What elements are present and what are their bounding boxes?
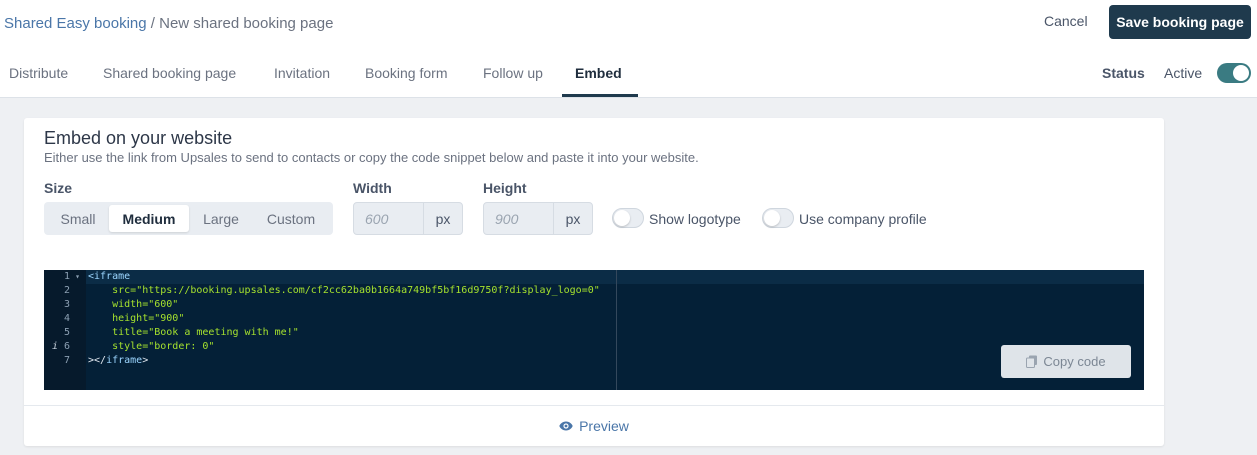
gutter-line: 2: [44, 284, 86, 298]
code-token: style=: [112, 341, 149, 352]
code-token: "600": [148, 299, 179, 310]
line-number: 5: [63, 327, 70, 338]
gutter-line: 4: [44, 312, 86, 326]
gutter-line: 7: [44, 354, 86, 368]
show-logotype-label: Show logotype: [649, 211, 741, 227]
size-option-large[interactable]: Large: [191, 205, 251, 232]
tab-shared-booking-page[interactable]: Shared booking page: [103, 65, 236, 81]
info-marker-icon: i: [52, 341, 59, 352]
preview-label: Preview: [579, 418, 629, 434]
toggle-knob: [614, 210, 630, 226]
use-company-profile-toggle[interactable]: [762, 208, 794, 228]
save-button[interactable]: Save booking page: [1109, 5, 1251, 39]
code-token: title=: [112, 327, 149, 338]
code-token: iframe: [106, 355, 143, 366]
status-toggle[interactable]: [1217, 63, 1251, 83]
height-input[interactable]: 900 px: [483, 202, 593, 235]
embed-subtitle: Either use the link from Upsales to send…: [44, 150, 699, 165]
active-label: Active: [1164, 65, 1203, 81]
gutter-line: i 6: [44, 340, 86, 354]
toggle-knob: [1233, 65, 1249, 81]
code-editor[interactable]: 1 ▾ 2 3 4 5 i 6 7 <iframe src="https://b…: [44, 270, 1144, 390]
code-token: ></: [88, 355, 107, 366]
code-line: width="600": [88, 298, 178, 312]
size-option-small[interactable]: Small: [48, 205, 108, 232]
line-number: 1: [63, 271, 70, 282]
breadcrumb-separator: /: [150, 15, 155, 32]
line-number: 4: [63, 313, 70, 324]
status-label: Status: [1102, 65, 1145, 81]
copy-code-button[interactable]: Copy code: [1001, 345, 1131, 378]
gutter-line: 3: [44, 298, 86, 312]
tab-invitation[interactable]: Invitation: [274, 65, 330, 81]
width-value[interactable]: 600: [354, 203, 424, 234]
size-option-medium[interactable]: Medium: [109, 205, 189, 232]
width-input[interactable]: 600 px: [353, 202, 463, 235]
print-margin: [616, 270, 617, 390]
line-number: 2: [63, 285, 70, 296]
code-line: title="Book a meeting with me!": [88, 326, 299, 340]
embed-title: Embed on your website: [44, 128, 233, 148]
line-number: 6: [63, 341, 70, 352]
code-token: height=: [112, 313, 155, 324]
code-gutter: 1 ▾ 2 3 4 5 i 6 7: [44, 270, 86, 390]
code-line: style="border: 0": [88, 340, 214, 354]
code-line: <iframe: [88, 270, 130, 284]
toggle-knob: [764, 210, 780, 226]
code-token: <iframe: [88, 271, 131, 282]
code-token: "border: 0": [148, 341, 215, 352]
preview-button[interactable]: Preview: [24, 405, 1164, 446]
height-unit: px: [565, 210, 581, 227]
gutter-line: 1 ▾: [44, 270, 86, 284]
copy-icon: [1026, 355, 1038, 368]
embed-card: Embed on your website Either use the lin…: [24, 118, 1164, 446]
active-line-highlight: [86, 270, 1144, 284]
line-number: 3: [63, 299, 70, 310]
eye-icon: [559, 421, 573, 431]
breadcrumb: Shared Easy booking / New shared booking…: [4, 15, 333, 32]
top-bar: Shared Easy booking / New shared booking…: [0, 0, 1257, 98]
width-unit: px: [435, 210, 451, 227]
size-selector: Small Medium Large Custom: [44, 202, 333, 235]
code-line: src="https://booking.upsales.com/cf2cc62…: [88, 284, 600, 298]
height-label: Height: [483, 180, 527, 196]
code-token: "900": [154, 313, 185, 324]
tab-booking-form[interactable]: Booking form: [365, 65, 447, 81]
size-option-custom[interactable]: Custom: [255, 205, 327, 232]
code-token: "https://booking.upsales.com/cf2cc62ba0b…: [136, 285, 600, 296]
cancel-button[interactable]: Cancel: [1044, 13, 1088, 29]
use-company-profile-label: Use company profile: [799, 211, 927, 227]
gutter-line: 5: [44, 326, 86, 340]
active-tab-indicator: [562, 94, 638, 97]
tab-follow-up[interactable]: Follow up: [483, 65, 543, 81]
breadcrumb-parent-link[interactable]: Shared Easy booking: [4, 15, 147, 32]
code-line: height="900": [88, 312, 184, 326]
size-label: Size: [44, 180, 73, 196]
tab-embed[interactable]: Embed: [575, 65, 622, 81]
width-label: Width: [353, 180, 392, 196]
code-token: width=: [112, 299, 149, 310]
code-line: ></iframe>: [88, 354, 148, 368]
height-value[interactable]: 900: [484, 203, 554, 234]
show-logotype-toggle[interactable]: [612, 208, 644, 228]
breadcrumb-current: New shared booking page: [159, 15, 334, 32]
line-number: 7: [63, 355, 70, 366]
code-token: "Book a meeting with me!": [148, 327, 299, 338]
code-token: >: [142, 355, 149, 366]
code-token: src=: [112, 285, 137, 296]
fold-arrow-icon[interactable]: ▾: [75, 270, 80, 284]
tab-distribute[interactable]: Distribute: [9, 65, 68, 81]
copy-code-label: Copy code: [1043, 354, 1106, 369]
